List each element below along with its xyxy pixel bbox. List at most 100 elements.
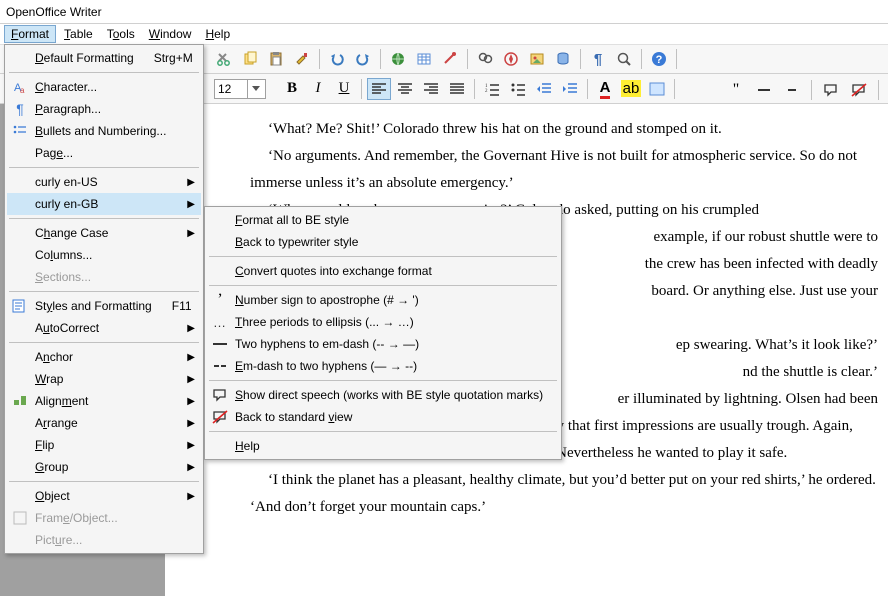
toolbar-separator xyxy=(319,49,320,69)
submenu-arrow-icon: ▶ xyxy=(187,440,195,451)
quote-straight-icon[interactable]: " xyxy=(724,79,748,101)
copy-icon[interactable] xyxy=(238,47,262,71)
menu-paragraph[interactable]: ¶ Paragraph... xyxy=(7,98,201,120)
menu-group[interactable]: Group▶ xyxy=(7,456,201,478)
submenu-two-hyphens[interactable]: Two hyphens to em-dash (-- → —) xyxy=(207,333,559,355)
gallery-icon[interactable] xyxy=(525,47,549,71)
menu-curly-us[interactable]: curly en-US▶ xyxy=(7,171,201,193)
menu-character[interactable]: Aa Character... xyxy=(7,76,201,98)
navigator-icon[interactable] xyxy=(499,47,523,71)
curly-gb-submenu: Format all to BE style Back to typewrite… xyxy=(204,206,562,460)
paragraph-icon: ¶ xyxy=(11,100,29,118)
submenu-arrow-icon: ▶ xyxy=(187,491,195,502)
short-dash-icon[interactable] xyxy=(780,79,804,101)
menu-object[interactable]: Object▶ xyxy=(7,485,201,507)
datasource-icon[interactable] xyxy=(551,47,575,71)
align-right-button[interactable] xyxy=(419,78,443,100)
menu-window[interactable]: Window xyxy=(143,26,198,42)
bullet-list-button[interactable] xyxy=(506,78,530,100)
bold-button[interactable]: B xyxy=(280,78,304,100)
align-center-button[interactable] xyxy=(393,78,417,100)
undo-icon[interactable] xyxy=(325,47,349,71)
toolbar-separator xyxy=(641,49,642,69)
menu-separator xyxy=(9,167,199,168)
menu-format[interactable]: Format xyxy=(4,25,56,43)
menu-change-case[interactable]: Change Case▶ xyxy=(7,222,201,244)
menu-default-formatting[interactable]: Default Formatting Strg+M xyxy=(7,47,201,69)
menu-help[interactable]: Help xyxy=(199,26,236,42)
nonprinting-icon[interactable]: ¶ xyxy=(586,47,610,71)
menu-separator xyxy=(9,481,199,482)
decrease-indent-button[interactable] xyxy=(532,78,556,100)
menu-anchor[interactable]: Anchor▶ xyxy=(7,346,201,368)
emdash-icon xyxy=(211,335,229,353)
toolbar-separator xyxy=(474,79,475,99)
font-size-input[interactable] xyxy=(215,82,247,96)
underline-button[interactable]: U xyxy=(332,78,356,100)
menu-curly-gb[interactable]: curly en-GB▶ xyxy=(7,193,201,215)
menu-autocorrect[interactable]: AutoCorrect▶ xyxy=(7,317,201,339)
doc-paragraph[interactable]: ‘I think the planet has a pleasant, heal… xyxy=(250,467,878,521)
menu-separator xyxy=(209,380,557,381)
alignment-icon xyxy=(11,392,29,410)
submenu-number-sign[interactable]: ’ Number sign to apostrophe (# → ') xyxy=(207,289,559,311)
draw-icon[interactable] xyxy=(438,47,462,71)
speech-show-icon[interactable] xyxy=(819,79,843,101)
find-icon[interactable] xyxy=(473,47,497,71)
hyperlink-icon[interactable] xyxy=(386,47,410,71)
menu-separator xyxy=(209,431,557,432)
increase-indent-button[interactable] xyxy=(558,78,582,100)
numbered-list-button[interactable]: 12 xyxy=(480,78,504,100)
submenu-show-direct[interactable]: Show direct speech (works with BE style … xyxy=(207,384,559,406)
submenu-back-standard[interactable]: Back to standard view xyxy=(207,406,559,428)
menu-separator xyxy=(9,218,199,219)
submenu-arrow-icon: ▶ xyxy=(187,177,195,188)
toolbar-separator xyxy=(674,79,675,99)
zoom-icon[interactable] xyxy=(612,47,636,71)
menu-flip[interactable]: Flip▶ xyxy=(7,434,201,456)
toolbar-separator xyxy=(811,80,812,100)
menu-columns[interactable]: Columns... xyxy=(7,244,201,266)
menu-picture: Picture... xyxy=(7,529,201,551)
dash-icon[interactable] xyxy=(752,79,776,101)
submenu-arrow-icon: ▶ xyxy=(187,462,195,473)
format-paintbrush-icon[interactable] xyxy=(290,47,314,71)
title-bar: OpenOffice Writer xyxy=(0,0,888,24)
highlight-button[interactable]: ab xyxy=(619,78,643,100)
bg-color-button[interactable] xyxy=(645,78,669,100)
cut-icon[interactable] xyxy=(212,47,236,71)
submenu-arrow-icon: ▶ xyxy=(187,418,195,429)
submenu-em-to-hyphens[interactable]: Em-dash to two hyphens (— → --) xyxy=(207,355,559,377)
doc-paragraph[interactable]: ‘No arguments. And remember, the Governa… xyxy=(250,143,878,197)
menu-tools[interactable]: Tools xyxy=(101,26,141,42)
redo-icon[interactable] xyxy=(351,47,375,71)
menu-page[interactable]: Page... xyxy=(7,142,201,164)
font-size-combo[interactable] xyxy=(214,79,266,99)
table-icon[interactable] xyxy=(412,47,436,71)
paste-icon[interactable] xyxy=(264,47,288,71)
menu-alignment[interactable]: Alignment▶ xyxy=(7,390,201,412)
font-color-button[interactable]: A xyxy=(593,78,617,100)
menu-bullets[interactable]: Bullets and Numbering... xyxy=(7,120,201,142)
menu-arrange[interactable]: Arrange▶ xyxy=(7,412,201,434)
speech-off-icon[interactable] xyxy=(847,79,871,101)
menu-wrap[interactable]: Wrap▶ xyxy=(7,368,201,390)
submenu-three-periods[interactable]: … Three periods to ellipsis (... → …) xyxy=(207,311,559,333)
submenu-convert-quotes[interactable]: Convert quotes into exchange format xyxy=(207,260,559,282)
menu-styles[interactable]: Styles and Formatting F11 xyxy=(7,295,201,317)
doc-paragraph[interactable]: ‘What? Me? Shit!’ Colorado threw his hat… xyxy=(250,116,878,143)
submenu-arrow-icon: ▶ xyxy=(187,228,195,239)
italic-button[interactable]: I xyxy=(306,78,330,100)
help-icon[interactable]: ? xyxy=(647,47,671,71)
format-menu-panel: Default Formatting Strg+M Aa Character..… xyxy=(4,44,204,554)
align-justify-button[interactable] xyxy=(445,78,469,100)
chevron-down-icon[interactable] xyxy=(247,80,263,98)
ellipsis-icon: … xyxy=(211,313,229,331)
toolbar-separator xyxy=(878,80,879,100)
menu-table[interactable]: Table xyxy=(58,26,99,42)
submenu-format-be[interactable]: Format all to BE style xyxy=(207,209,559,231)
submenu-back-typewriter[interactable]: Back to typewriter style xyxy=(207,231,559,253)
submenu-help[interactable]: Help xyxy=(207,435,559,457)
align-left-button[interactable] xyxy=(367,78,391,100)
shortcut-label: F11 xyxy=(152,299,192,313)
